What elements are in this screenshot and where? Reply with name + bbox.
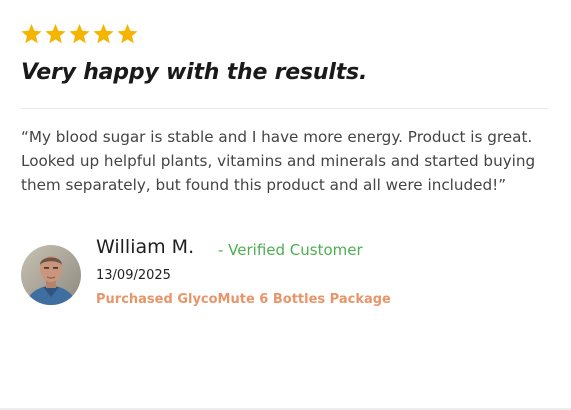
avatar [21, 245, 81, 305]
star-icon [117, 23, 138, 44]
divider [21, 108, 548, 109]
review-title: Very happy with the results. [21, 60, 368, 85]
star-icon [21, 23, 42, 44]
star-icon [45, 23, 66, 44]
star-icon [69, 23, 90, 44]
review-date: 13/09/2025 [96, 268, 171, 283]
reviewer-name: William M. [96, 236, 195, 258]
reviewer-photo [21, 245, 81, 305]
verified-badge: - Verified Customer [218, 241, 363, 259]
purchase-info: Purchased GlycoMute 6 Bottles Package [96, 292, 391, 307]
star-rating [20, 22, 139, 48]
review-card: Very happy with the results. “My blood s… [0, 0, 571, 410]
review-body: “My blood sugar is stable and I have mor… [21, 128, 536, 194]
star-icon [93, 23, 114, 44]
